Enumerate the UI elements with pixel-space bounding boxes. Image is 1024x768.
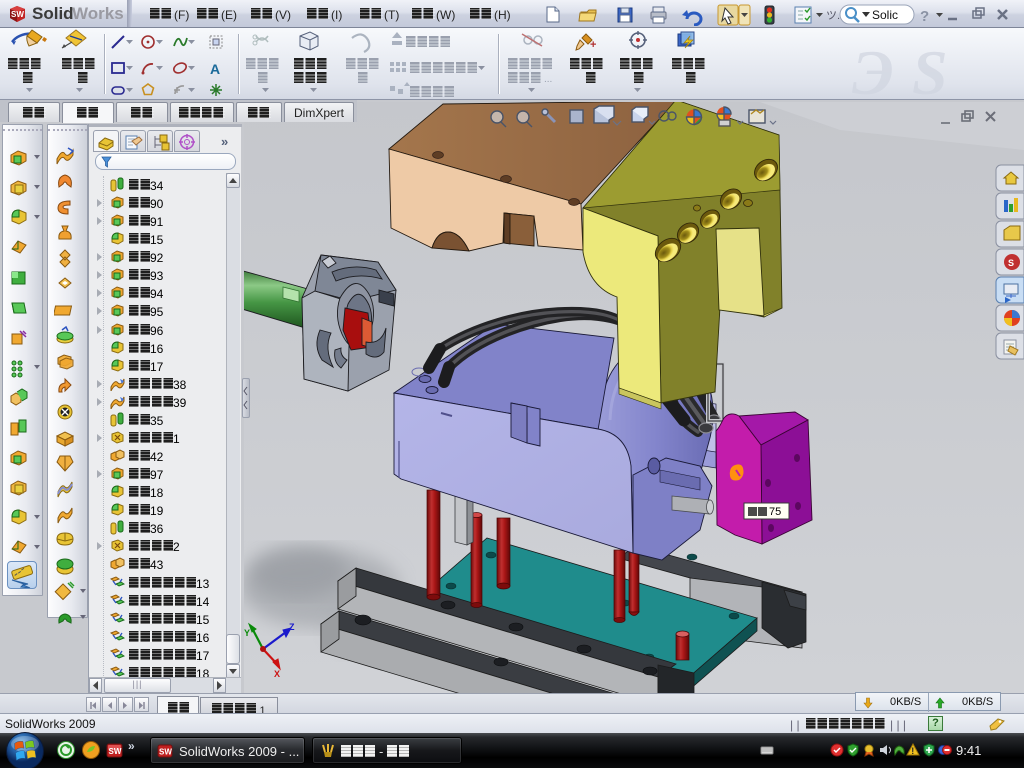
svg-text:Z: Z [289, 622, 295, 632]
svg-text:?: ? [920, 8, 929, 25]
svg-text:Э: Э [852, 37, 894, 99]
svg-text:+: + [590, 39, 596, 51]
svg-text:Y: Y [244, 628, 250, 638]
svg-text:...: ... [544, 74, 552, 85]
svg-text:!: ! [911, 746, 914, 756]
svg-text:SW: SW [11, 10, 24, 19]
svg-text:75: 75 [769, 506, 781, 518]
svg-text:S: S [912, 37, 948, 99]
svg-text:A: A [210, 61, 220, 77]
svg-text:Solic: Solic [872, 8, 898, 22]
svg-text:SW: SW [109, 747, 122, 756]
svg-text:SW: SW [159, 748, 172, 757]
svg-text:S: S [1008, 258, 1014, 268]
svg-text:X: X [274, 669, 280, 679]
